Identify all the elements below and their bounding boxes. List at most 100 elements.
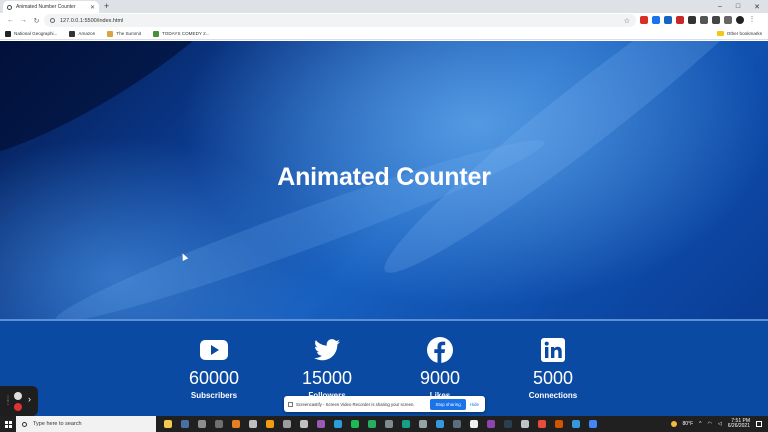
bookmark-label: National Geographi...: [14, 31, 58, 36]
bookmark-item[interactable]: The Summit: [107, 30, 142, 37]
recorder-widget: ⋮ ⋮ ›: [0, 386, 38, 416]
counter-subscribers: 60000 Subscribers: [159, 337, 269, 400]
app-icon[interactable]: [487, 420, 495, 428]
pause-icon[interactable]: [14, 392, 22, 400]
system-tray: 80°F ^ ◠ ◁ 7:51 PM 6/26/2021: [670, 416, 762, 432]
avatar[interactable]: [736, 16, 744, 24]
app-icon[interactable]: [317, 420, 325, 428]
tray-chevron-icon[interactable]: ^: [699, 421, 701, 427]
app-icon[interactable]: [283, 420, 291, 428]
app-icon[interactable]: [453, 420, 461, 428]
bookmark-label: The Summit: [116, 31, 142, 36]
vscode-icon[interactable]: [334, 420, 342, 428]
app-icon[interactable]: [572, 420, 580, 428]
app-icon[interactable]: [266, 420, 274, 428]
globe-icon: [7, 4, 12, 10]
taskbar: Type here to search 80°F ^ ◠ ◁ 7:51 PM 6…: [0, 416, 768, 432]
app-icon[interactable]: [470, 420, 478, 428]
app-icon[interactable]: [215, 420, 223, 428]
weather-temp[interactable]: 80°F: [683, 421, 694, 427]
app-icon[interactable]: [521, 420, 529, 428]
browser-tab[interactable]: Animated Number Counter ✕: [3, 1, 99, 13]
app-icon[interactable]: [504, 420, 512, 428]
extension-icon[interactable]: [688, 16, 696, 24]
drag-handle-icon[interactable]: ⋮ ⋮: [5, 396, 11, 406]
window-controls: – □ ✕: [718, 0, 760, 13]
facebook-icon: [385, 337, 495, 363]
stop-sharing-button[interactable]: Stop sharing: [430, 398, 466, 410]
stop-record-icon[interactable]: [14, 403, 22, 411]
bookmark-favicon-icon: [107, 30, 114, 37]
menu-icon[interactable]: ⋮: [748, 16, 756, 24]
counter-value: 60000: [188, 368, 240, 388]
app-icon[interactable]: [402, 420, 410, 428]
notification-icon[interactable]: [756, 421, 762, 427]
app-icon[interactable]: [181, 420, 189, 428]
extension-icon[interactable]: [676, 16, 684, 24]
brave-icon[interactable]: [555, 420, 563, 428]
bookmark-item[interactable]: TODAYS COMEDY 2...: [153, 30, 210, 37]
sharing-message: Screencastify - Screen Video Recorder is…: [296, 401, 415, 407]
youtube-icon: [159, 337, 269, 363]
start-button[interactable]: [0, 416, 16, 432]
folder-icon: [716, 31, 724, 36]
puzzle-icon[interactable]: [712, 16, 720, 24]
search-placeholder: Type here to search: [33, 421, 82, 427]
minimize-button[interactable]: –: [718, 3, 722, 10]
app-icon[interactable]: [538, 420, 546, 428]
screen-share-icon: [288, 401, 293, 407]
extension-icon[interactable]: [700, 16, 708, 24]
counter-connections: 5000 Connections: [498, 337, 608, 400]
page-title: Animated Counter: [277, 163, 491, 191]
counter-value: 5000: [532, 368, 574, 388]
bookmark-item[interactable]: Amazon: [69, 30, 96, 37]
wifi-icon[interactable]: ◠: [708, 421, 712, 427]
hero-section: Animated Counter: [0, 41, 768, 319]
weather-icon[interactable]: [670, 421, 677, 427]
chrome-icon[interactable]: [589, 420, 597, 428]
counter-followers: 15000 Followers: [272, 337, 382, 400]
bookmark-star-icon[interactable]: ☆: [624, 17, 630, 25]
tab-title: Animated Number Counter: [16, 4, 76, 10]
bookmark-favicon-icon: [5, 30, 11, 37]
extension-icons: ⋮: [640, 16, 756, 24]
app-icon[interactable]: [198, 420, 206, 428]
browser-toolbar: ← → ↻ 127.0.0.1:5500/index.html ☆ ⋮: [0, 13, 768, 28]
playlist-icon[interactable]: [724, 16, 732, 24]
windows-icon: [4, 420, 12, 428]
bookmark-favicon-icon: [153, 30, 160, 37]
extension-icon[interactable]: [664, 16, 672, 24]
app-icon[interactable]: [300, 420, 308, 428]
bookmark-item[interactable]: National Geographi...: [5, 30, 58, 37]
extension-icon[interactable]: [640, 16, 648, 24]
bookmarks-bar: National Geographi... Amazon The Summit …: [0, 28, 768, 40]
volume-icon[interactable]: ◁: [718, 421, 722, 427]
info-icon[interactable]: [50, 18, 55, 23]
hide-button[interactable]: Hide: [470, 402, 479, 407]
new-tab-button[interactable]: +: [104, 1, 109, 12]
back-arrow-icon[interactable]: ←: [4, 17, 17, 24]
clock-date: 6/26/2021: [727, 423, 750, 429]
file-explorer-icon[interactable]: [164, 420, 172, 428]
bookmark-label: Amazon: [78, 31, 96, 36]
close-window-button[interactable]: ✕: [754, 3, 760, 11]
spotify-icon[interactable]: [351, 420, 359, 428]
extension-icon[interactable]: [652, 16, 660, 24]
app-icon[interactable]: [368, 420, 376, 428]
other-bookmarks[interactable]: Other bookmarks: [716, 31, 762, 36]
close-tab-icon[interactable]: ✕: [90, 4, 95, 11]
app-icon[interactable]: [385, 420, 393, 428]
forward-arrow-icon[interactable]: →: [17, 17, 30, 24]
tab-strip: Animated Number Counter ✕ + – □ ✕: [0, 0, 768, 13]
counter-label: Subscribers: [190, 391, 238, 400]
reload-icon[interactable]: ↻: [30, 17, 43, 25]
taskbar-search[interactable]: Type here to search: [16, 416, 156, 432]
address-bar[interactable]: 127.0.0.1:5500/index.html ☆: [44, 14, 636, 27]
app-icon[interactable]: [232, 420, 240, 428]
chevron-right-icon[interactable]: ›: [28, 394, 31, 404]
maximize-button[interactable]: □: [736, 3, 740, 10]
app-icon[interactable]: [249, 420, 257, 428]
app-icon[interactable]: [436, 420, 444, 428]
app-icon[interactable]: [419, 420, 427, 428]
clock[interactable]: 7:51 PM 6/26/2021: [727, 418, 750, 430]
